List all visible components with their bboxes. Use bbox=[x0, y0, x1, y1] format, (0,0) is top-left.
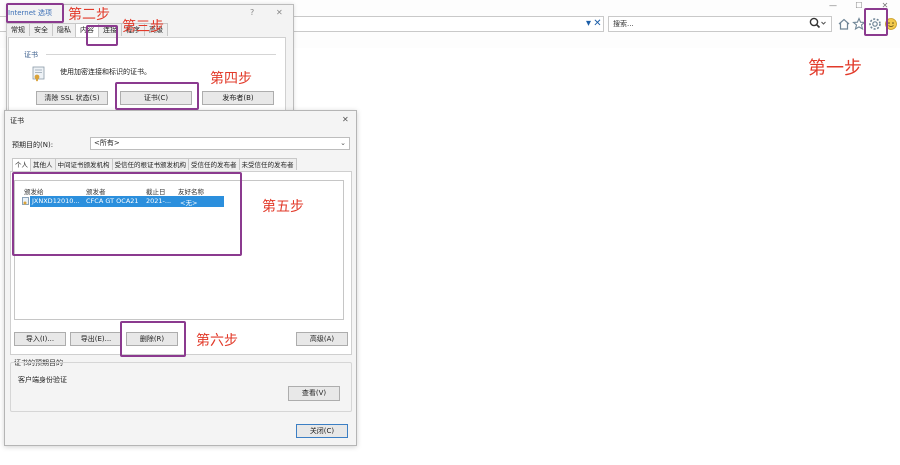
tab-intermediate-ca[interactable]: 中间证书颁发机构 bbox=[54, 158, 113, 170]
clear-ssl-state-button[interactable]: 清除 SSL 状态(S) bbox=[36, 91, 108, 105]
step-four-label: 第四步 bbox=[210, 71, 252, 87]
highlight-remove-button bbox=[120, 321, 186, 357]
certificates-dialog-title: 证书 bbox=[10, 117, 24, 125]
intended-purpose-value: <所有> bbox=[94, 139, 120, 147]
certificate-icon bbox=[32, 66, 46, 84]
step-one-label: 第一步 bbox=[808, 58, 862, 79]
tab-security[interactable]: 安全 bbox=[29, 23, 53, 36]
advanced-button[interactable]: 高级(A) bbox=[296, 332, 348, 346]
tab-trusted-root-ca[interactable]: 受信任的根证书颁发机构 bbox=[111, 158, 189, 170]
tab-untrusted-publishers[interactable]: 未受信任的发布者 bbox=[238, 158, 297, 170]
step-six-label: 第六步 bbox=[196, 333, 238, 349]
view-button[interactable]: 查看(V) bbox=[288, 386, 340, 401]
highlight-content-tab bbox=[86, 25, 118, 46]
certificates-section-title: 证书 bbox=[24, 51, 38, 59]
inet-close-icon[interactable]: ✕ bbox=[276, 8, 283, 17]
import-button[interactable]: 导入(I)... bbox=[14, 332, 66, 346]
chevron-down-icon: ⌄ bbox=[340, 139, 346, 147]
step-three-label: 第三步 bbox=[122, 19, 164, 35]
close-button[interactable]: 关闭(C) bbox=[296, 424, 348, 438]
intended-purposes-value: 客户端身份验证 bbox=[18, 376, 67, 384]
section-divider bbox=[46, 54, 276, 55]
intended-purpose-select[interactable]: <所有> ⌄ bbox=[90, 137, 350, 150]
highlight-settings-gear bbox=[864, 8, 888, 36]
intended-purpose-label: 预期目的(N): bbox=[12, 141, 54, 149]
highlight-certificates-button bbox=[115, 82, 199, 110]
highlight-internet-options bbox=[6, 3, 64, 23]
help-icon[interactable]: ? bbox=[250, 8, 254, 17]
tab-other-people[interactable]: 其他人 bbox=[30, 158, 56, 170]
tab-personal[interactable]: 个人 bbox=[12, 158, 31, 171]
tab-privacy[interactable]: 隐私 bbox=[52, 23, 76, 36]
tab-trusted-publishers[interactable]: 受信任的发布者 bbox=[188, 158, 240, 170]
export-button[interactable]: 导出(E)... bbox=[70, 332, 122, 346]
step-two-label: 第二步 bbox=[68, 7, 110, 23]
tab-general[interactable]: 常规 bbox=[6, 23, 30, 36]
cert-close-icon[interactable]: ✕ bbox=[342, 115, 349, 124]
minimize-icon[interactable]: — bbox=[826, 1, 840, 11]
step-five-label: 第五步 bbox=[262, 199, 304, 215]
cert-tabstrip: 个人 其他人 中间证书颁发机构 受信任的根证书颁发机构 受信任的发布者 未受信任的发布者 bbox=[12, 158, 297, 171]
highlight-certificate-row bbox=[12, 172, 242, 256]
stop-icon[interactable]: ✕ bbox=[592, 18, 603, 30]
certificates-description: 使用加密连接和标识的证书。 bbox=[60, 68, 151, 76]
publishers-button[interactable]: 发布者(B) bbox=[202, 91, 274, 105]
home-icon[interactable] bbox=[837, 17, 851, 31]
search-icon[interactable] bbox=[808, 16, 830, 32]
search-input[interactable]: 搜索... bbox=[608, 16, 832, 32]
